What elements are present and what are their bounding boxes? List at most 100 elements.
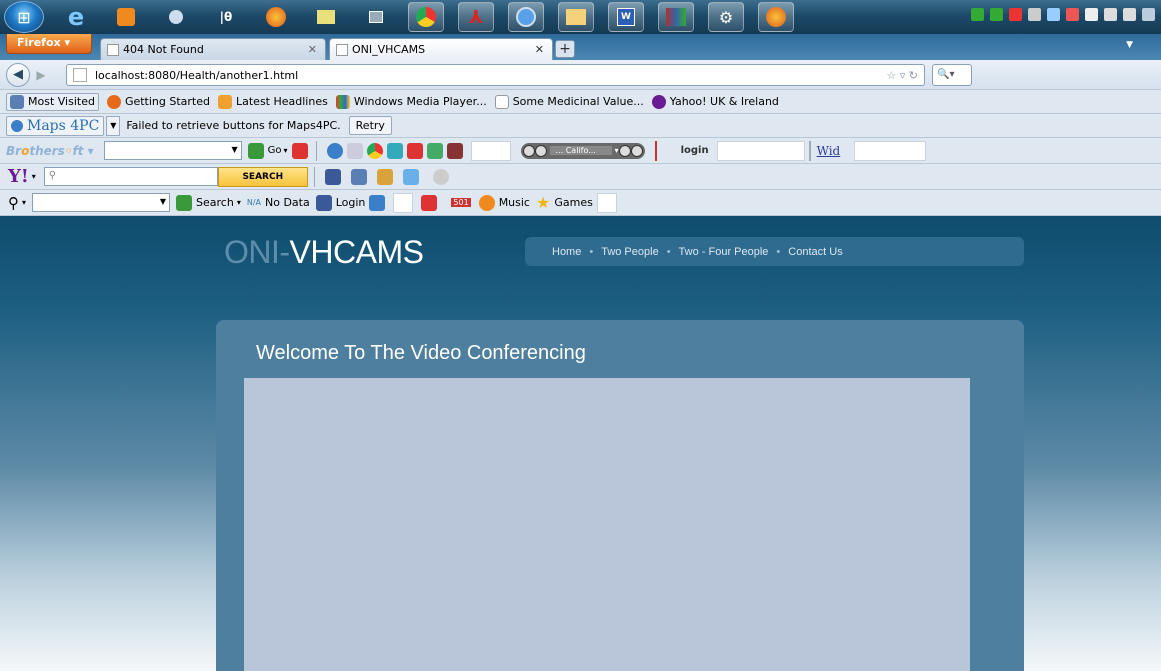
youtube-icon[interactable] [291,142,308,159]
facebook-icon[interactable] [315,194,332,211]
blank-field[interactable] [393,192,414,213]
music-icon[interactable] [478,194,495,211]
firefox-active-icon[interactable] [758,2,794,32]
youtube-icon[interactable] [406,142,423,159]
computer-icon[interactable] [358,2,394,32]
site-logo[interactable]: ONI-VHCAMS [224,234,424,271]
music-button[interactable]: Music [499,196,530,209]
tray-icon[interactable] [1142,8,1155,21]
search-icon[interactable]: ⚲ [8,194,19,212]
radio-dropdown-icon[interactable]: ▾ [615,146,619,155]
yahoo-search-button[interactable]: SEARCH [217,166,308,187]
network-icon[interactable] [1104,8,1117,21]
yahoo-dropdown-icon[interactable]: ▾ [32,172,36,181]
new-tab-button[interactable]: + [555,40,575,58]
settings-icon[interactable]: ⚙ [708,2,744,32]
sticky-notes-icon[interactable] [308,2,344,32]
youtube-icon[interactable] [421,194,438,211]
tray-icon[interactable] [1028,8,1041,21]
maps4pc-dropdown[interactable]: ▼ [106,115,121,136]
search-button[interactable]: Search [196,196,234,209]
calendar-icon[interactable] [426,142,443,159]
volume-icon[interactable] [1123,8,1136,21]
chrome-icon[interactable] [366,142,383,159]
radio-volume-icon[interactable] [618,144,631,157]
forward-button[interactable]: ▶ [32,66,50,84]
blank-field[interactable] [596,192,617,213]
chrome-icon[interactable] [408,2,444,32]
bookmark-windows-media-player[interactable]: Windows Media Player... [335,94,487,109]
winrar-icon[interactable] [658,2,694,32]
video-area[interactable] [244,378,970,671]
firefox-icon[interactable] [258,2,294,32]
search-icon[interactable] [247,142,264,159]
tab-404-not-found[interactable]: 404 Not Found ✕ [100,38,326,60]
search-menu-icon[interactable]: ▾ [237,198,241,207]
ie-icon[interactable]: e [58,2,94,32]
nav-two-people[interactable]: Two People [601,246,658,258]
games-button[interactable]: Games [554,196,592,209]
url-bar[interactable]: localhost:8080/Health/another1.html ☆ ▿ … [66,64,925,86]
explorer-icon[interactable] [558,2,594,32]
wid-field[interactable] [854,140,927,161]
brothersoft-search-input[interactable]: ▼ [103,141,242,160]
radio-stop-icon[interactable] [534,144,547,157]
notes-icon[interactable] [376,168,393,185]
login-button[interactable]: Login [336,196,366,209]
bookmark-yahoo-uk[interactable]: Yahoo! UK & Ireland [651,94,779,109]
url-text[interactable]: localhost:8080/Health/another1.html [95,69,298,82]
nav-home[interactable]: Home [552,246,581,258]
star-icon[interactable]: ★ [536,193,550,212]
tray-icon[interactable] [971,8,984,21]
go-button[interactable]: Go [268,145,282,156]
toolbar-search-input[interactable]: ▼ [32,193,171,212]
nav-contact-us[interactable]: Contact Us [788,246,842,258]
bookmark-latest-headlines[interactable]: Latest Headlines [218,94,328,109]
pdf-icon[interactable]: ⅄ [458,2,494,32]
firefox-menu-button[interactable]: Firefox ▾ [6,34,92,54]
bookmark-some-medicinal-value[interactable]: Some Medicinal Value... [494,94,644,109]
retry-button[interactable]: Retry [348,116,392,135]
tab-oni-vhcams[interactable]: ONI_VHCAMS ✕ [329,38,553,60]
settings-icon[interactable] [432,168,449,185]
itunes-icon[interactable] [508,2,544,32]
search-go-icon[interactable] [176,194,193,211]
back-button[interactable]: ◀ [6,62,30,87]
mail-icon[interactable] [369,194,386,211]
mail-icon[interactable] [350,168,367,185]
maps4pc-button[interactable]: Maps 4PC [6,115,105,136]
go-dropdown-icon[interactable]: ▾ [284,146,288,155]
wid-link[interactable]: Wid [817,144,841,158]
facebook-icon[interactable] [324,168,341,185]
radio-station-select[interactable]: ... Califo... [549,146,612,155]
webcam-icon[interactable] [158,2,194,32]
login-field[interactable] [716,140,805,161]
word-icon[interactable]: W [608,2,644,32]
search-engine-box[interactable]: 🔍▾ [932,64,972,86]
weather-icon[interactable] [402,168,419,185]
list-all-tabs-icon[interactable]: ▼ [1126,40,1133,50]
globe-icon[interactable] [326,142,343,159]
tray-icon[interactable] [1085,8,1098,21]
close-tab-icon[interactable]: ✕ [535,43,544,56]
start-button[interactable]: ⊞ [4,1,44,33]
media-player-icon[interactable] [108,2,144,32]
tray-icon[interactable] [1066,8,1079,21]
brothersoft-logo[interactable]: Brothers◦ft ▾ [6,144,94,158]
radio-player[interactable]: ... Califo... ▾ [520,142,645,159]
search-dropdown-icon[interactable]: ▾ [22,198,26,207]
close-tab-icon[interactable]: ✕ [308,43,317,56]
bluetooth-icon[interactable] [1047,8,1060,21]
yahoo-logo[interactable]: Y! [8,166,29,187]
site-identity-icon[interactable] [73,68,87,82]
bookmark-most-visited[interactable]: Most Visited [6,92,99,111]
game-icon[interactable] [446,142,463,159]
tray-icon[interactable] [1009,8,1022,21]
app-icon[interactable]: |θ [208,2,244,32]
badge-501[interactable]: 501 [451,198,471,207]
bookmark-getting-started[interactable]: Getting Started [106,94,210,109]
yahoo-search-input[interactable]: ⚲ [43,167,218,186]
bookmark-star-icon[interactable]: ☆ ▿ ↻ [886,69,918,82]
paint-icon[interactable] [346,142,363,159]
messenger-icon[interactable] [386,142,403,159]
